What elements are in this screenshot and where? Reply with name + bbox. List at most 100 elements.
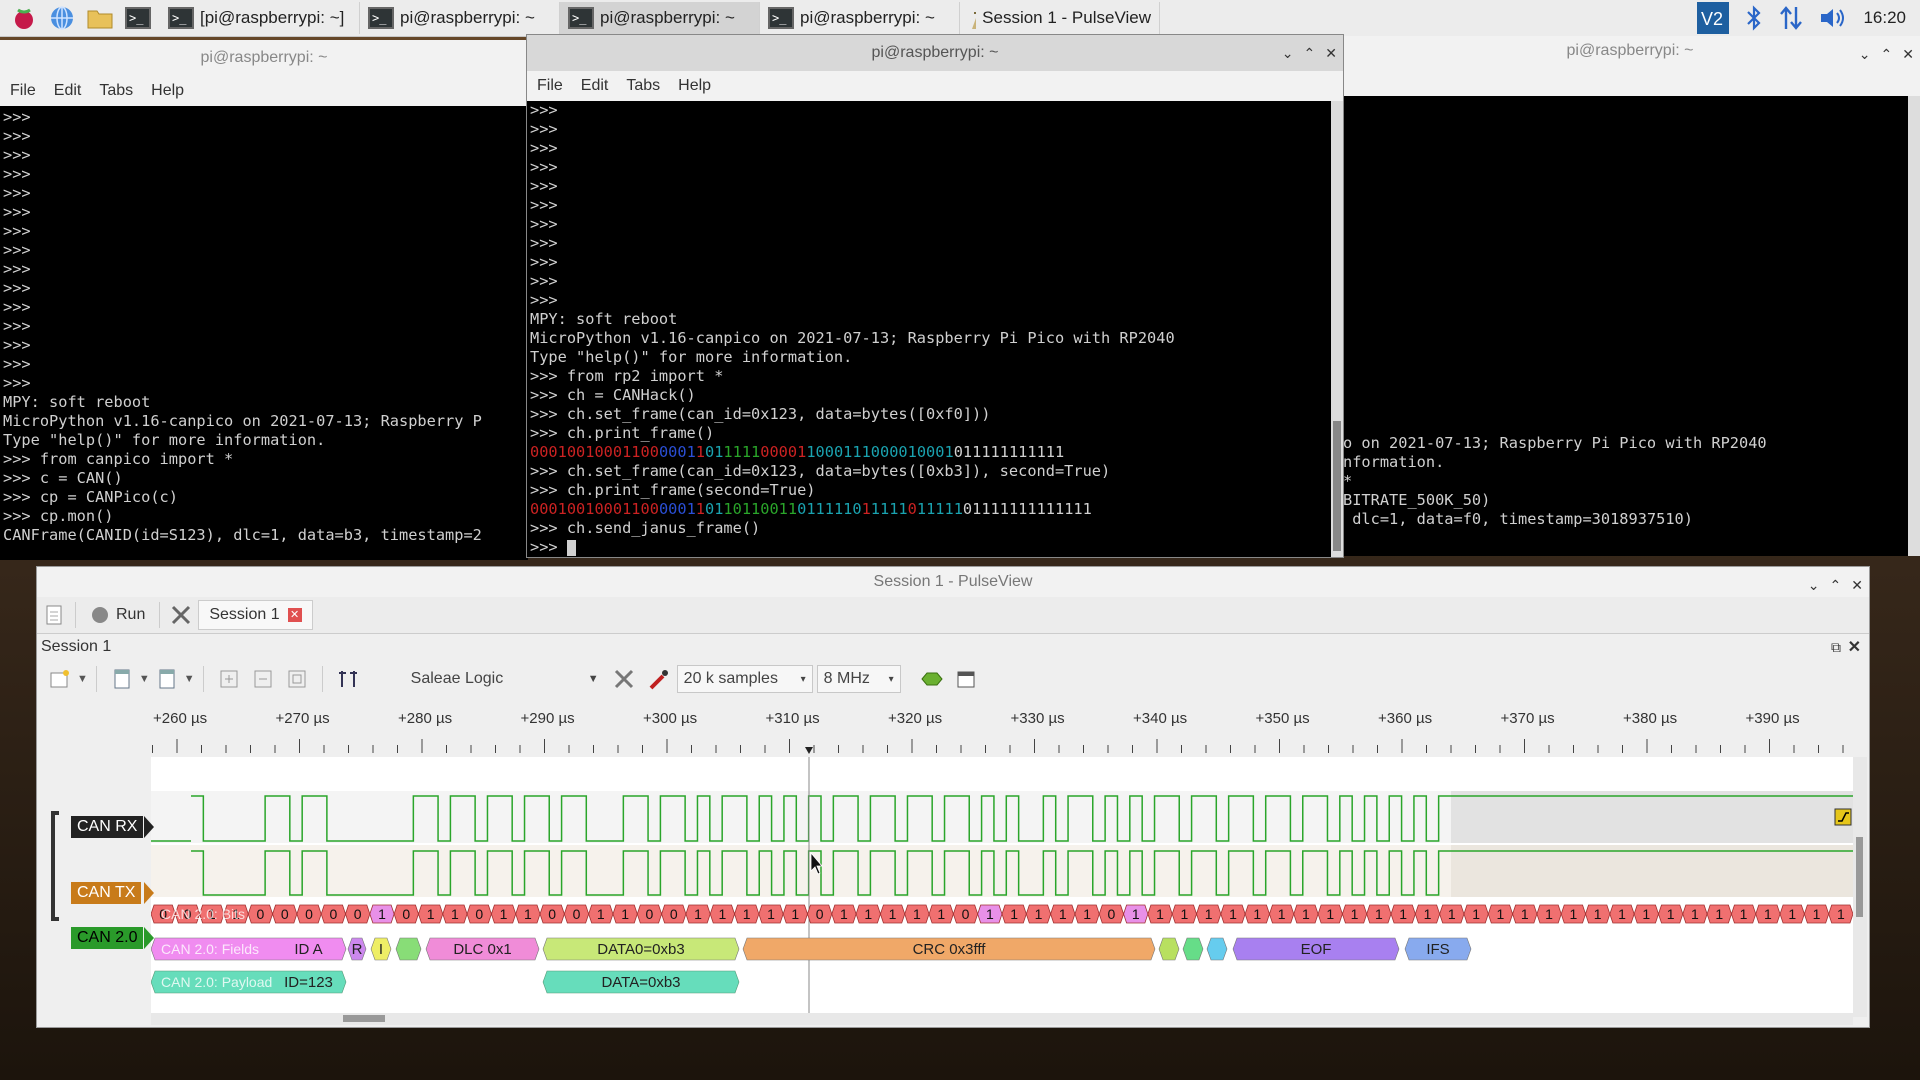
terminal-line: >>> from canpico import *: [3, 450, 234, 468]
raspberry-menu-icon[interactable]: [10, 4, 38, 32]
menu-tabs[interactable]: Tabs: [626, 77, 660, 95]
chevron-down-icon[interactable]: ▼: [139, 673, 150, 685]
window-titlebar[interactable]: pi@raspberrypi: ~: [0, 40, 528, 76]
terminal-line: >>>: [530, 215, 558, 233]
undock-icon[interactable]: ⧉: [1831, 639, 1841, 656]
chevron-down-icon[interactable]: ▼: [77, 673, 88, 685]
terminal-icon: >_: [168, 7, 194, 29]
maximize-icon[interactable]: ⌃: [1830, 577, 1842, 594]
channel-label-can-rx[interactable]: CAN RX: [71, 816, 144, 838]
menu-tabs[interactable]: Tabs: [99, 82, 133, 100]
terminal-line: >>>: [3, 108, 31, 126]
menu-file[interactable]: File: [10, 82, 36, 100]
edge-trigger-icon[interactable]: [1834, 808, 1852, 826]
scrollbar[interactable]: [1331, 101, 1343, 557]
terminal-line: >>>: [3, 317, 31, 335]
document-icon[interactable]: [41, 602, 67, 628]
add-decoder-icon[interactable]: [919, 666, 945, 692]
scrollbar-thumb[interactable]: [343, 1015, 385, 1022]
scrollbar-thumb[interactable]: [1856, 837, 1863, 917]
task-terminal-1[interactable]: >_ [pi@raspberrypi: ~]: [160, 2, 360, 34]
device-config-icon[interactable]: [611, 666, 637, 692]
decoded-bit-value: 1: [1083, 906, 1091, 922]
close-icon[interactable]: ✕: [1325, 45, 1337, 62]
decoded-field: [1206, 937, 1228, 961]
tab-session-1[interactable]: Session 1 ✕: [198, 600, 313, 630]
math-channel-icon[interactable]: [953, 666, 979, 692]
chevron-down-icon: ▾: [800, 673, 806, 685]
minimize-icon[interactable]: ⌄: [1808, 577, 1820, 594]
probe-config-icon[interactable]: [645, 666, 671, 692]
decoded-bit-value: 1: [743, 906, 751, 922]
terminal-line: Type "help()" for more information.: [3, 431, 326, 449]
settings-tools-icon[interactable]: [168, 602, 194, 628]
decoded-bit-value: 1: [1764, 906, 1772, 922]
close-icon[interactable]: ✕: [1851, 577, 1863, 594]
sample-rate-select[interactable]: 8 MHz ▾: [816, 665, 901, 693]
terminal-output[interactable]: o on 2021-07-13; Raspberry Pi Pico with …: [1340, 434, 1767, 574]
menu-help[interactable]: Help: [678, 77, 711, 95]
terminal-output[interactable]: >>> >>> >>> >>> >>> >>> >>> >>> >>> >>> >>> MPY: so…: [527, 101, 1330, 557]
menu-help[interactable]: Help: [151, 82, 184, 100]
terminal-output[interactable]: >>> >>> >>> >>> >>> >>> >>> >>> >>> >>> >>> >>> >>> >…: [0, 106, 528, 562]
web-browser-icon[interactable]: [48, 4, 76, 32]
task-terminal-2[interactable]: >_ pi@raspberrypi: ~: [360, 2, 560, 34]
horizontal-scrollbar[interactable]: [151, 1013, 1853, 1025]
task-label: pi@raspberrypi: ~: [800, 8, 935, 27]
terminal-launcher-icon[interactable]: >_: [124, 4, 152, 32]
close-tab-icon[interactable]: ✕: [287, 608, 302, 622]
session-title: Session 1: [41, 638, 112, 655]
decoded-bit-value: 1: [913, 906, 921, 922]
vertical-scrollbar[interactable]: [1853, 757, 1867, 1017]
terminal-line: >>>: [3, 127, 31, 145]
zoom-fit-icon[interactable]: [284, 666, 310, 692]
decoded-bit-value: 1: [378, 906, 386, 922]
task-terminal-4[interactable]: >_ pi@raspberrypi: ~: [760, 2, 960, 34]
time-ruler[interactable]: +260 µs +270 µs +280 µs +290 µs +300 µs +310 …: [151, 703, 1853, 757]
window-titlebar[interactable]: pi@raspberrypi: ~ ⌄ ⌃ ✕: [527, 35, 1343, 71]
window-titlebar[interactable]: Session 1 - PulseView ⌄ ⌃ ✕: [37, 567, 1869, 597]
maximize-icon[interactable]: ⌃: [1881, 46, 1893, 63]
window-titlebar[interactable]: pi@raspberrypi: ~ ⌄ ⌃ ✕: [1340, 36, 1920, 66]
minimize-icon[interactable]: ⌄: [1859, 46, 1871, 63]
chevron-down-icon[interactable]: ▼: [184, 673, 195, 685]
scrollbar[interactable]: [1908, 96, 1920, 556]
trace-view[interactable]: 0011000001011011001100111110111110111110…: [150, 757, 1854, 1017]
bluetooth-icon[interactable]: [1745, 5, 1763, 31]
row-label-fields: CAN 2.0: Fields: [161, 941, 259, 957]
decoded-bit-value: 0: [573, 906, 581, 922]
decoded-bit-value: 1: [524, 906, 532, 922]
terminal-line: >>>: [3, 279, 31, 297]
menu-file[interactable]: File: [537, 77, 563, 95]
zoom-out-icon[interactable]: [250, 666, 276, 692]
close-session-icon[interactable]: ✕: [1848, 637, 1861, 657]
close-icon[interactable]: ✕: [1902, 46, 1914, 63]
device-select[interactable]: Saleae Logic ▼: [405, 665, 605, 693]
file-manager-icon[interactable]: [86, 4, 114, 32]
run-button[interactable]: Run: [80, 597, 155, 633]
save-file-icon[interactable]: [154, 666, 180, 692]
decoded-bit-value: 1: [427, 906, 435, 922]
decoded-bit-value: 1: [1618, 906, 1626, 922]
new-view-icon[interactable]: [47, 666, 73, 692]
channel-label-can-tx[interactable]: CAN TX: [71, 882, 142, 904]
network-icon[interactable]: [1779, 5, 1803, 31]
cursor-pair-icon[interactable]: [335, 666, 361, 692]
decoded-bit-value: 1: [1035, 906, 1043, 922]
open-file-icon[interactable]: [109, 666, 135, 692]
task-pulseview[interactable]: Session 1 - PulseView: [960, 2, 1160, 34]
zoom-in-icon[interactable]: [216, 666, 242, 692]
vnc-icon[interactable]: V2: [1697, 2, 1730, 34]
minimize-icon[interactable]: ⌄: [1282, 45, 1294, 62]
task-terminal-3[interactable]: >_ pi@raspberrypi: ~: [560, 2, 760, 34]
volume-icon[interactable]: [1819, 6, 1847, 30]
decoder-label-can20[interactable]: CAN 2.0: [71, 927, 144, 949]
maximize-icon[interactable]: ⌃: [1304, 45, 1316, 62]
menu-edit[interactable]: Edit: [581, 77, 609, 95]
scrollbar-thumb[interactable]: [1333, 421, 1341, 551]
bit-segment: 011111111111: [953, 443, 1065, 461]
menu-edit[interactable]: Edit: [54, 82, 82, 100]
decoded-field: [1182, 937, 1204, 961]
sample-count-select[interactable]: 20 k samples ▾: [676, 665, 813, 693]
sample-count-label: 20 k samples: [683, 670, 778, 687]
